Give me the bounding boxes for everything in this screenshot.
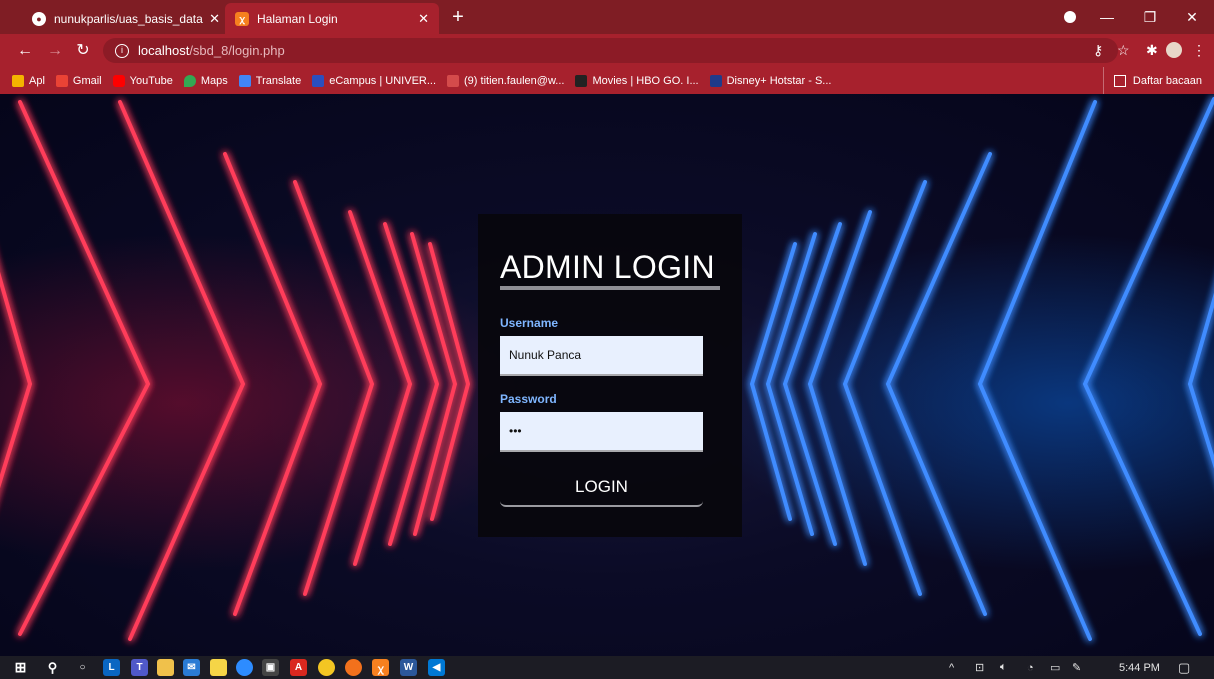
- bookmark-mail[interactable]: (9) titien.faulen@w...: [447, 74, 565, 87]
- login-title: ADMIN LOGIN: [500, 249, 715, 285]
- url-path: /sbd_8/login.php: [189, 43, 285, 58]
- close-icon[interactable]: ✕: [418, 11, 429, 27]
- clock-time[interactable]: 5:44 PM: [1119, 656, 1160, 679]
- forward-button[interactable]: →: [44, 40, 66, 62]
- hotstar-icon: [709, 74, 722, 87]
- bookmark-hotstar[interactable]: Disney+ Hotstar - S...: [709, 74, 832, 87]
- password-key-icon[interactable]: ⚷: [1093, 42, 1103, 59]
- bookmark-label: Gmail: [72, 74, 102, 87]
- bookmark-youtube[interactable]: YouTube: [112, 74, 173, 87]
- site-info-icon[interactable]: i: [115, 43, 129, 58]
- bookmark-gmail[interactable]: Gmail: [55, 74, 102, 87]
- bookmarks-bar: Apl Gmail YouTube Maps Translate eCampus…: [0, 67, 1214, 94]
- bookmark-label: eCampus | UNIVER...: [329, 74, 437, 87]
- windows-start-icon[interactable]: ⊞: [12, 659, 29, 676]
- reading-list-button[interactable]: Daftar bacaan: [1102, 67, 1202, 94]
- profile-icon[interactable]: [1064, 11, 1076, 23]
- github-icon: ●: [32, 11, 46, 26]
- back-button[interactable]: ←: [14, 40, 36, 62]
- zoom-icon[interactable]: [236, 659, 253, 676]
- youtube-icon: [112, 74, 125, 87]
- menu-kebab-icon[interactable]: ⋮: [1192, 42, 1206, 59]
- password-label: Password: [500, 392, 557, 406]
- bookmark-label: Apl: [29, 74, 45, 87]
- login-button[interactable]: LOGIN: [500, 469, 703, 507]
- gmail-icon: [55, 74, 68, 87]
- bookmark-ecampus[interactable]: eCampus | UNIVER...: [312, 74, 437, 87]
- battery-icon[interactable]: ▭: [1050, 656, 1060, 679]
- pen-icon[interactable]: ✎: [1072, 656, 1081, 679]
- store-icon[interactable]: ▣: [262, 659, 279, 676]
- vscode-icon[interactable]: ◀: [428, 659, 445, 676]
- avatar[interactable]: [1166, 42, 1182, 58]
- reading-list-icon: [1113, 74, 1126, 87]
- tab-halaman-login[interactable]: ꭓ Halaman Login ✕: [225, 3, 439, 34]
- search-icon[interactable]: ⚲: [44, 659, 61, 676]
- file-explorer-icon[interactable]: [157, 659, 174, 676]
- word-icon[interactable]: W: [400, 659, 417, 676]
- page-content: ADMIN LOGIN Username Password LOGIN: [0, 94, 1214, 656]
- bookmark-label: Movies | HBO GO. I...: [592, 74, 699, 87]
- acrobat-icon[interactable]: A: [290, 659, 307, 676]
- tab-github[interactable]: ● nunukparlis/uas_basis_data ✕: [22, 3, 230, 34]
- new-tab-button[interactable]: +: [447, 6, 469, 28]
- windows-taskbar: ⊞ ⚲ ○ L T ✉ ▣ A ꭓ W ◀ ^ ⊡ 🔈︎ ◔ ▭ ✎ 5:44 …: [0, 656, 1214, 679]
- bookmark-label: (9) titien.faulen@w...: [464, 74, 565, 87]
- browser-toolbar: ← → ↻ i localhost/sbd_8/login.php ⚷ ☆ ✱ …: [0, 34, 1214, 67]
- bookmark-maps[interactable]: Maps: [183, 74, 228, 87]
- mail-icon: [447, 74, 460, 87]
- xampp-icon: ꭓ: [235, 11, 249, 26]
- extensions-icon[interactable]: ✱: [1146, 42, 1158, 59]
- close-icon[interactable]: ✕: [209, 11, 220, 27]
- wifi-icon[interactable]: ◔: [1027, 656, 1034, 679]
- teams-icon[interactable]: T: [131, 659, 148, 676]
- show-hidden-icons[interactable]: ^: [949, 656, 954, 679]
- tab-label: nunukparlis/uas_basis_data: [54, 11, 203, 26]
- username-input[interactable]: [500, 336, 703, 376]
- maps-icon: [183, 74, 196, 87]
- bookmark-apl[interactable]: Apl: [12, 74, 45, 87]
- translate-icon: [238, 74, 251, 87]
- username-label: Username: [500, 316, 559, 330]
- bookmark-label: Disney+ Hotstar - S...: [726, 74, 832, 87]
- bookmark-label: Maps: [200, 74, 228, 87]
- bookmark-hbo[interactable]: Movies | HBO GO. I...: [575, 74, 699, 87]
- firefox-icon[interactable]: [345, 659, 362, 676]
- minimize-button[interactable]: —: [1087, 0, 1127, 34]
- network-icon[interactable]: ⊡: [975, 656, 984, 679]
- tab-strip: ● nunukparlis/uas_basis_data ✕ ꭓ Halaman…: [0, 0, 1214, 34]
- restore-button[interactable]: ❐: [1130, 0, 1170, 34]
- sticky-notes-icon[interactable]: [210, 659, 227, 676]
- chrome-icon[interactable]: [318, 659, 335, 676]
- cortana-icon[interactable]: ○: [74, 659, 91, 676]
- bookmark-label: Translate: [255, 74, 302, 87]
- ecampus-icon: [312, 74, 325, 87]
- volume-icon[interactable]: 🔈︎: [1000, 656, 1007, 679]
- url-host: localhost: [138, 43, 190, 58]
- tab-label: Halaman Login: [257, 11, 338, 26]
- notifications-icon[interactable]: ▢: [1178, 656, 1190, 679]
- reading-list-label: Daftar bacaan: [1132, 74, 1202, 87]
- close-window-button[interactable]: ✕: [1172, 0, 1212, 34]
- bookmark-star-icon[interactable]: ☆: [1117, 42, 1130, 59]
- bookmark-translate[interactable]: Translate: [238, 74, 302, 87]
- apps-grid-icon: [12, 74, 24, 87]
- address-bar[interactable]: i localhost/sbd_8/login.php: [103, 38, 1118, 63]
- login-form: ADMIN LOGIN Username Password LOGIN: [478, 214, 742, 537]
- bookmark-label: YouTube: [129, 74, 173, 87]
- password-input[interactable]: [500, 412, 703, 452]
- xampp-icon[interactable]: ꭓ: [372, 659, 389, 676]
- mail-icon[interactable]: ✉: [183, 659, 200, 676]
- reload-button[interactable]: ↻: [72, 40, 94, 62]
- hbo-icon: [575, 74, 588, 87]
- title-divider: [500, 286, 720, 290]
- linkedin-learning-icon[interactable]: L: [103, 659, 120, 676]
